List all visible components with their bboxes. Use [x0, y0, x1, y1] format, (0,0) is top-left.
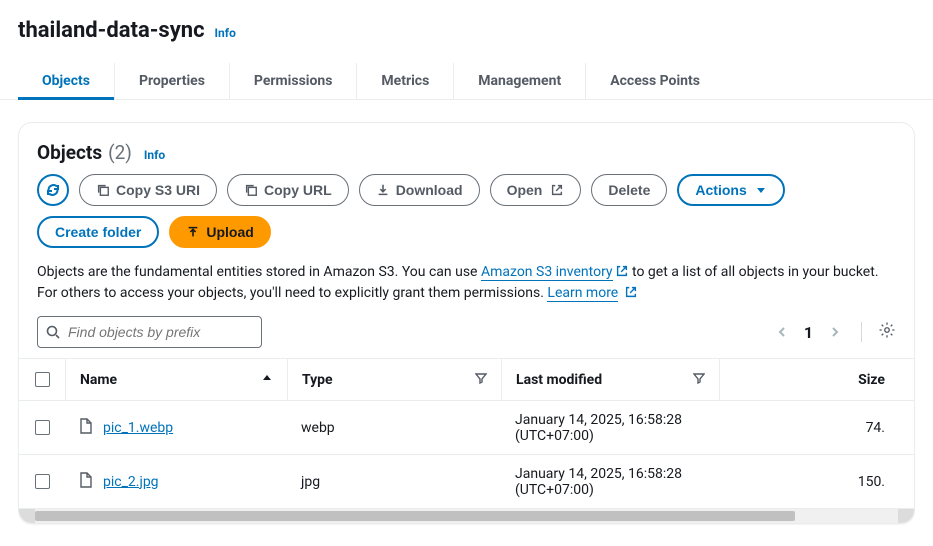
table-row: pic_1.webp webp January 14, 2025, 16:58:… [19, 401, 914, 455]
gear-icon [878, 321, 896, 339]
object-name-link[interactable]: pic_1.webp [103, 420, 173, 436]
col-size-header[interactable]: Size [858, 372, 885, 388]
select-all-checkbox[interactable] [35, 372, 50, 387]
inventory-link[interactable]: Amazon S3 inventory [481, 264, 613, 281]
object-size: 150. [719, 474, 899, 490]
delete-label: Delete [608, 182, 650, 198]
col-modified-header[interactable]: Last modified [516, 372, 602, 388]
tab-permissions[interactable]: Permissions [229, 63, 356, 99]
refresh-icon [45, 182, 61, 198]
copy-s3-uri-label: Copy S3 URI [116, 182, 200, 198]
download-icon [376, 183, 390, 197]
panel-count: (2) [108, 141, 132, 164]
actions-label: Actions [695, 182, 746, 198]
filter-icon[interactable] [693, 372, 705, 388]
bucket-name: thailand-data-sync [18, 18, 205, 43]
open-label: Open [507, 182, 543, 198]
info-link-header[interactable]: Info [215, 26, 236, 40]
upload-label: Upload [206, 224, 253, 240]
object-size: 74. [719, 420, 899, 436]
external-link-icon [615, 264, 629, 278]
external-link-icon [624, 285, 638, 299]
settings-button[interactable] [878, 321, 896, 343]
panel-title: Objects [37, 141, 102, 164]
tab-metrics[interactable]: Metrics [356, 63, 453, 99]
pager-prev-button[interactable] [772, 322, 792, 342]
caret-down-icon [755, 184, 767, 196]
object-name-link[interactable]: pic_2.jpg [103, 474, 159, 490]
help-text: Objects are the fundamental entities sto… [37, 262, 896, 304]
sort-asc-icon[interactable] [261, 372, 273, 388]
search-icon [45, 324, 61, 344]
search-input[interactable] [37, 316, 262, 348]
col-name-header[interactable]: Name [80, 372, 117, 388]
filter-icon[interactable] [475, 372, 487, 388]
tab-properties[interactable]: Properties [114, 63, 229, 99]
row-checkbox[interactable] [35, 474, 50, 489]
file-icon [79, 418, 93, 438]
object-type: jpg [287, 474, 501, 490]
tab-access-points[interactable]: Access Points [585, 63, 724, 99]
object-modified: January 14, 2025, 16:58:28 (UTC+07:00) [501, 466, 719, 498]
info-link-panel[interactable]: Info [144, 148, 165, 162]
download-button[interactable]: Download [359, 174, 480, 206]
copy-icon [244, 183, 258, 197]
upload-icon [186, 225, 200, 239]
objects-panel: Objects (2) Info Copy S3 URI Copy URL Do… [18, 122, 915, 524]
learn-more-link[interactable]: Learn more [547, 285, 618, 302]
pager-next-button[interactable] [825, 322, 845, 342]
open-button[interactable]: Open [490, 174, 582, 206]
copy-icon [96, 183, 110, 197]
tab-objects[interactable]: Objects [18, 63, 114, 99]
refresh-button[interactable] [37, 174, 69, 206]
copy-s3-uri-button[interactable]: Copy S3 URI [79, 174, 217, 206]
chevron-right-icon [829, 326, 841, 338]
col-type-header[interactable]: Type [302, 372, 333, 388]
horizontal-scrollbar[interactable] [19, 509, 914, 523]
chevron-left-icon [776, 326, 788, 338]
external-link-icon [550, 183, 564, 197]
file-icon [79, 472, 93, 492]
object-type: webp [287, 420, 501, 436]
delete-button[interactable]: Delete [591, 174, 667, 206]
actions-button[interactable]: Actions [677, 174, 784, 206]
row-checkbox[interactable] [35, 420, 50, 435]
copy-url-label: Copy URL [264, 182, 332, 198]
download-label: Download [396, 182, 463, 198]
table-row: pic_2.jpg jpg January 14, 2025, 16:58:28… [19, 455, 914, 509]
search-wrapper [37, 316, 262, 348]
create-folder-button[interactable]: Create folder [37, 216, 159, 248]
pager-page-number: 1 [804, 323, 813, 342]
create-folder-label: Create folder [55, 224, 141, 240]
tabs-bar: Objects Properties Permissions Metrics M… [0, 63, 933, 100]
upload-button[interactable]: Upload [169, 216, 270, 248]
objects-table: Name Type Last modified Size pic_1.webp … [19, 358, 914, 509]
object-modified: January 14, 2025, 16:58:28 (UTC+07:00) [501, 412, 719, 444]
copy-url-button[interactable]: Copy URL [227, 174, 349, 206]
tab-management[interactable]: Management [453, 63, 585, 99]
